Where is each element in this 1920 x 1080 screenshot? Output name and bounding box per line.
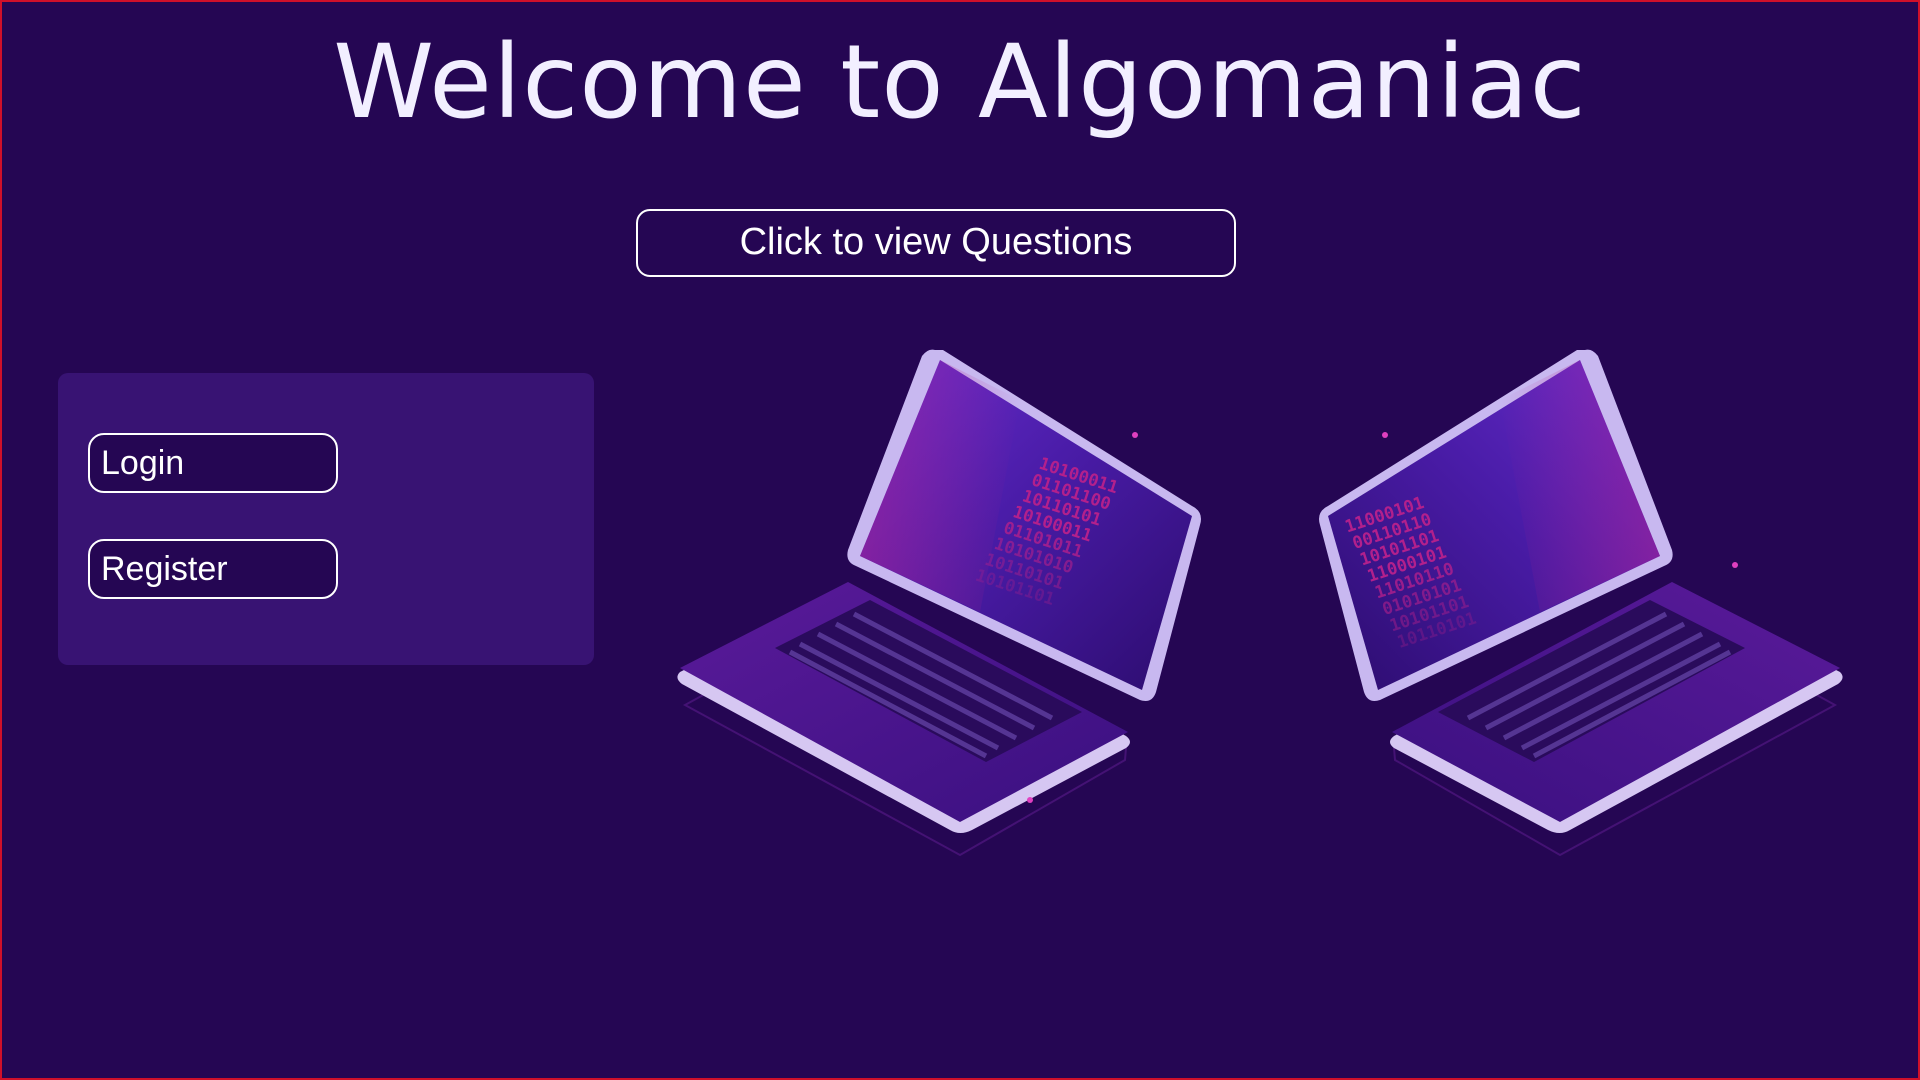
auth-panel: Login Register (58, 373, 594, 665)
register-button[interactable]: Register (88, 539, 338, 599)
login-button[interactable]: Login (88, 433, 338, 493)
laptop-right-icon: 11000101 00110110 10101101 11000101 1101… (1319, 349, 1843, 857)
view-questions-button[interactable]: Click to view Questions (636, 209, 1236, 277)
laptops-illustration: 10100011 01101100 10110101 10100011 0110… (677, 349, 1843, 857)
laptop-left-icon: 10100011 01101100 10110101 10100011 0110… (677, 349, 1201, 857)
page-title: Welcome to Algomaniac (333, 23, 1587, 142)
